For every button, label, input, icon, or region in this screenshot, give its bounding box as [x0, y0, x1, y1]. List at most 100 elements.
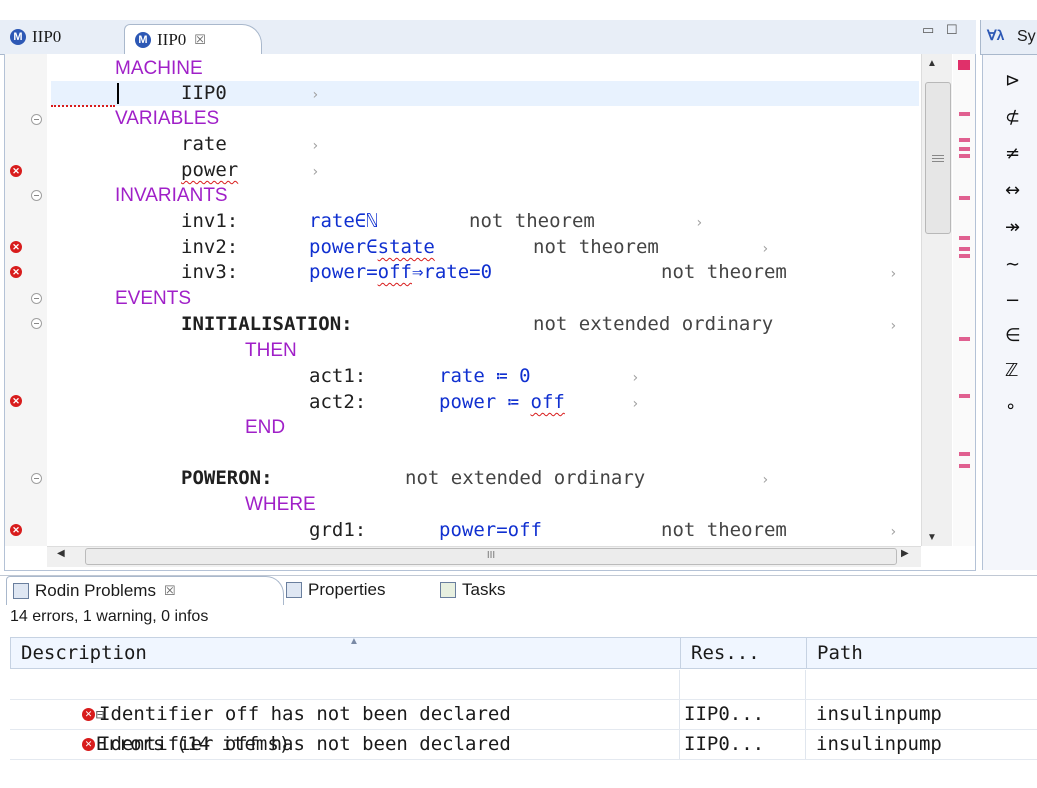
editor-tab-bar: M IIP0 M IIP0 ☒ ▭ ☐	[0, 20, 976, 55]
text-caret	[117, 83, 119, 104]
grd1-predicate[interactable]: power=off	[439, 518, 542, 543]
act1-assignment[interactable]: rate ≔ 0	[439, 364, 531, 389]
overview-mark[interactable]	[959, 452, 970, 456]
error-squiggle	[51, 102, 115, 107]
machine-icon: M	[10, 29, 26, 45]
line-arrow: ›	[761, 241, 770, 257]
horizontal-scroll-thumb[interactable]: III	[85, 548, 897, 565]
scroll-down-icon[interactable]: ▼	[927, 532, 937, 543]
line-arrow: ›	[631, 396, 640, 412]
event-initialisation[interactable]: INITIALISATION:	[181, 312, 353, 337]
problems-table-header: Description ▲ Res... Path	[10, 636, 1037, 669]
tab-label: Tasks	[462, 580, 506, 599]
symbol-not-equal[interactable]: ≠	[1005, 143, 1033, 171]
action-act2[interactable]: act2:	[309, 390, 366, 415]
maximize-icon[interactable]: ☐	[946, 22, 958, 38]
empty-cell	[680, 670, 806, 699]
symbol-relation[interactable]: ↔	[1005, 180, 1033, 208]
path-cell: insulinpump	[816, 733, 942, 755]
description-cell: ✕ Identifier off has not been declared	[10, 730, 680, 759]
fold-icon[interactable]	[31, 473, 42, 484]
tab-properties[interactable]: Properties	[286, 576, 385, 604]
column-resource[interactable]: Res...	[681, 638, 807, 668]
error-icon: ✕	[10, 395, 22, 407]
symbol-not-subset[interactable]: ⊄	[1005, 107, 1033, 135]
scroll-left-icon[interactable]: ◀	[57, 548, 65, 559]
overview-mark[interactable]	[959, 464, 970, 468]
overview-mark[interactable]	[959, 337, 970, 341]
variable-rate[interactable]: rate	[181, 132, 227, 157]
fold-icon[interactable]	[31, 318, 42, 329]
vertical-scroll-thumb[interactable]	[925, 82, 951, 234]
guard-grd1[interactable]: grd1:	[309, 518, 366, 543]
overview-mark[interactable]	[959, 154, 970, 158]
line-machine-name[interactable]: IIP0	[181, 81, 227, 106]
line-arrow: ›	[889, 318, 898, 334]
overview-mark[interactable]	[959, 254, 970, 258]
variable-power[interactable]: power	[181, 158, 238, 183]
inv2-predicate[interactable]: power∈state	[309, 235, 435, 260]
machine-editor[interactable]: ✕ ✕ ✕ ✕ ✕ MACHINE IIP0 › VARIABLES rate …	[4, 54, 976, 571]
machine-icon: M	[135, 32, 151, 48]
overview-mark[interactable]	[959, 394, 970, 398]
bottom-view-tabs: Rodin Problems ☒ Properties Tasks	[0, 575, 1037, 606]
tab-label: IIP0	[157, 30, 187, 49]
invariant-inv2[interactable]: inv2:	[181, 235, 238, 260]
line-variables: VARIABLES	[115, 108, 220, 129]
symbol-converse[interactable]: ∼	[1005, 254, 1033, 282]
line-where: WHERE	[245, 494, 316, 515]
overview-mark[interactable]	[959, 147, 970, 151]
line-arrow: ›	[311, 138, 320, 154]
overview-mark[interactable]	[959, 196, 970, 200]
tab-label: Properties	[308, 580, 386, 599]
symbol-integers[interactable]: ℤ	[1005, 360, 1033, 388]
error-icon: ✕	[10, 266, 22, 278]
minimize-icon[interactable]: ▭	[922, 22, 934, 38]
table-row[interactable]: ✕ Identifier off has not been declared II…	[10, 730, 1037, 760]
table-row[interactable]: ✕ Identifier off has not been declared II…	[10, 700, 1037, 730]
fold-icon[interactable]	[31, 293, 42, 304]
scroll-up-icon[interactable]: ▲	[927, 58, 937, 69]
symbol-surjection[interactable]: ↠	[1005, 217, 1033, 245]
fold-icon[interactable]	[31, 190, 42, 201]
overview-mark[interactable]	[959, 112, 970, 116]
grd1-comment: not theorem	[661, 519, 787, 541]
inv1-predicate[interactable]: rate∈ℕ	[309, 209, 378, 234]
event-poweron[interactable]: POWERON:	[181, 466, 273, 491]
action-act1[interactable]: act1:	[309, 364, 366, 389]
line-events: EVENTS	[115, 288, 192, 309]
tab-iip0-active[interactable]: M IIP0 ☒	[124, 24, 262, 55]
symbol-domain-restriction[interactable]: ⊳	[1005, 70, 1033, 98]
problems-icon	[13, 583, 29, 599]
invariant-inv3[interactable]: inv3:	[181, 260, 238, 285]
overview-mark[interactable]	[959, 236, 970, 240]
inv3-predicate[interactable]: power=off⇒rate=0	[309, 260, 492, 285]
scroll-right-icon[interactable]: ▶	[901, 548, 909, 559]
close-icon[interactable]: ☒	[194, 32, 206, 48]
column-description[interactable]: Description	[11, 638, 681, 668]
act2-assignment[interactable]: power ≔ off	[439, 390, 565, 415]
tab-tasks[interactable]: Tasks	[440, 576, 505, 604]
overview-mark[interactable]	[959, 138, 970, 142]
symbol-element-of[interactable]: ∈	[1005, 325, 1033, 353]
inv2-comment: not theorem	[533, 236, 659, 258]
error-summary-icon[interactable]	[958, 60, 970, 70]
tab-iip0-inactive[interactable]: M IIP0	[10, 24, 61, 50]
invariant-inv1[interactable]: inv1:	[181, 209, 238, 234]
fold-icon[interactable]	[31, 114, 42, 125]
resource-cell: IIP0...	[680, 730, 806, 759]
symbol-minus[interactable]: −	[1005, 290, 1033, 318]
resource-cell: IIP0...	[680, 700, 806, 729]
error-icon: ✕	[82, 738, 95, 751]
grip-icon	[932, 155, 944, 156]
overview-ruler[interactable]	[953, 54, 975, 546]
overview-mark[interactable]	[959, 247, 970, 251]
symbols-view-tab[interactable]: ∀λ Sy	[980, 20, 1037, 55]
problems-group-row[interactable]: ⊟ Errors (14 items)	[10, 670, 1037, 755]
error-icon: ✕	[82, 708, 95, 721]
column-path[interactable]: Path	[807, 638, 1037, 668]
symbol-composition[interactable]: ∘	[1005, 396, 1033, 424]
close-icon[interactable]: ☒	[164, 583, 176, 599]
tab-rodin-problems[interactable]: Rodin Problems ☒	[6, 576, 284, 605]
symbols-icon: ∀λ	[987, 27, 1005, 43]
